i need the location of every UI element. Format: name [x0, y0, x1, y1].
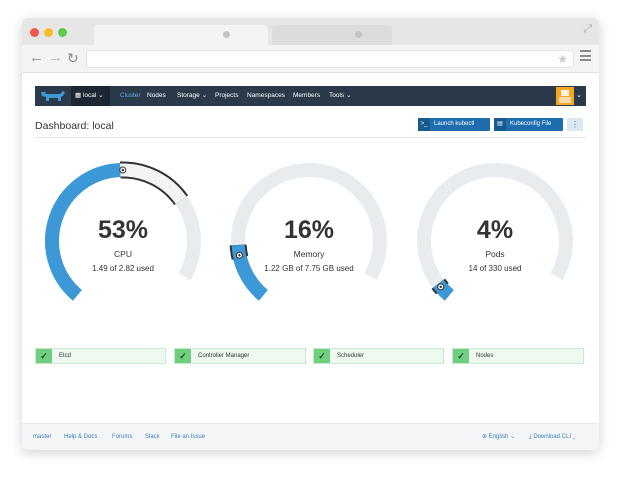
- browser-tab-active[interactable]: [94, 25, 268, 45]
- check-icon: ✓: [453, 349, 469, 363]
- cluster-name: local: [82, 92, 97, 99]
- status-label: Nodes: [476, 353, 494, 359]
- gauge-memory-label: Memory: [293, 249, 325, 259]
- footer: master Help & Docs Forums Slack File an …: [22, 423, 599, 450]
- gauge-marker-dot: [121, 168, 124, 172]
- status-etcd: ✓ Etcd: [35, 348, 166, 364]
- gauge-cpu: 53% CPU 1.49 of 2.82 used: [40, 160, 206, 320]
- page-title: Dashboard: local: [35, 120, 114, 132]
- chevron-down-icon: ⌄: [344, 92, 352, 99]
- status-controller-manager: ✓ Controller Manager: [174, 348, 306, 364]
- chevron-down-icon[interactable]: ⌄: [576, 86, 582, 106]
- status-nodes: ✓ Nodes: [452, 348, 584, 364]
- user-avatar[interactable]: [556, 87, 574, 105]
- gauge-cpu-detail: 1.49 of 2.82 used: [92, 264, 154, 273]
- gauge-memory-detail: 1.22 GB of 7.75 GB used: [264, 264, 354, 273]
- check-icon: ✓: [314, 349, 330, 363]
- cluster-icon: ▦: [75, 92, 83, 99]
- footer-version-link[interactable]: master: [33, 424, 51, 450]
- minimize-window-icon[interactable]: [44, 28, 53, 37]
- gauge-pods-percent: 4%: [476, 216, 514, 244]
- check-icon: ✓: [36, 349, 52, 363]
- footer-file-issue-link[interactable]: File an Issue: [171, 424, 205, 450]
- gauge-memory: 16% Memory 1.22 GB of 7.75 GB used: [226, 160, 392, 320]
- download-cli-button[interactable]: ⤓ Download CLI ⌄: [529, 424, 576, 450]
- nav-tools-label: Tools: [329, 92, 345, 99]
- nav-cluster[interactable]: Cluster: [120, 86, 141, 106]
- gauge-pods-label: Pods: [485, 249, 505, 259]
- nav-tools[interactable]: Tools ⌄: [329, 86, 351, 106]
- nav-storage-label: Storage: [177, 92, 200, 99]
- browser-window: ⤢ ← → ↻ ★ ▦ local ⌄ Cluster Nodes Storag…: [22, 18, 599, 450]
- gauge-pods-detail: 14 of 330 used: [468, 264, 522, 273]
- chevron-down-icon: ⌄: [96, 92, 104, 99]
- fullscreen-icon[interactable]: ⤢: [583, 23, 592, 36]
- avatar-icon: [559, 90, 571, 103]
- divider: [35, 137, 586, 138]
- nav-projects[interactable]: Projects: [215, 86, 238, 106]
- footer-forums-link[interactable]: Forums: [112, 424, 132, 450]
- kubeconfig-file-button[interactable]: ▤ Kubeconfig File: [494, 118, 563, 131]
- back-arrow-icon[interactable]: ←: [29, 49, 44, 67]
- language-label: English: [488, 434, 509, 440]
- nav-storage[interactable]: Storage ⌄: [177, 86, 207, 106]
- close-window-icon[interactable]: [30, 28, 39, 37]
- launch-kubectl-label: Launch kubectl: [434, 121, 475, 127]
- status-scheduler: ✓ Scheduler: [313, 348, 444, 364]
- nav-nodes[interactable]: Nodes: [147, 86, 166, 106]
- browser-menu-icon[interactable]: [580, 50, 591, 64]
- cluster-selector[interactable]: ▦ local ⌄: [71, 86, 110, 106]
- download-cli-label: Download CLI: [533, 434, 572, 440]
- rancher-logo-icon[interactable]: [38, 89, 66, 103]
- more-actions-button[interactable]: ⋮: [567, 118, 583, 131]
- status-label: Controller Manager: [198, 353, 250, 359]
- address-bar[interactable]: ★: [86, 50, 574, 68]
- check-icon: ✓: [175, 349, 191, 363]
- chevron-down-icon: ⌄: [508, 434, 516, 440]
- footer-slack-link[interactable]: Slack: [145, 424, 160, 450]
- bookmark-star-icon[interactable]: ★: [557, 52, 568, 66]
- status-label: Etcd: [59, 353, 72, 359]
- file-icon: ▤: [494, 118, 506, 131]
- app-header: ▦ local ⌄ Cluster Nodes Storage ⌄ Projec…: [35, 86, 586, 106]
- browser-tab[interactable]: [272, 25, 392, 45]
- launch-kubectl-button[interactable]: >_ Launch kubectl: [418, 118, 490, 131]
- browser-toolbar: ← → ↻ ★: [22, 45, 599, 73]
- kubeconfig-file-label: Kubeconfig File: [510, 121, 552, 127]
- globe-icon: ⊕: [482, 434, 489, 440]
- gauge-pods: 4% Pods 14 of 330 used: [412, 160, 578, 320]
- browser-tab-bar: ⤢: [22, 18, 599, 45]
- chevron-down-icon: ⌄: [571, 434, 576, 440]
- gauge-cpu-label: CPU: [114, 249, 132, 259]
- status-label: Scheduler: [337, 353, 365, 359]
- terminal-icon: >_: [418, 118, 430, 131]
- gauge-marker-dot: [439, 285, 442, 289]
- forward-arrow-icon[interactable]: →: [48, 49, 63, 67]
- nav-namespaces[interactable]: Namespaces: [247, 86, 285, 106]
- footer-help-docs-link[interactable]: Help & Docs: [64, 424, 97, 450]
- tab-close-icon[interactable]: [223, 31, 230, 38]
- language-selector[interactable]: ⊕ English ⌄: [482, 424, 515, 450]
- reload-icon[interactable]: ↻: [67, 49, 79, 67]
- tab-close-icon[interactable]: [355, 31, 362, 38]
- maximize-window-icon[interactable]: [58, 28, 67, 37]
- nav-members[interactable]: Members: [293, 86, 320, 106]
- gauge-cpu-percent: 53%: [97, 216, 149, 244]
- chevron-down-icon: ⌄: [199, 92, 208, 99]
- gauge-reserved-arc: [120, 163, 187, 205]
- gauge-memory-percent: 16%: [283, 216, 335, 244]
